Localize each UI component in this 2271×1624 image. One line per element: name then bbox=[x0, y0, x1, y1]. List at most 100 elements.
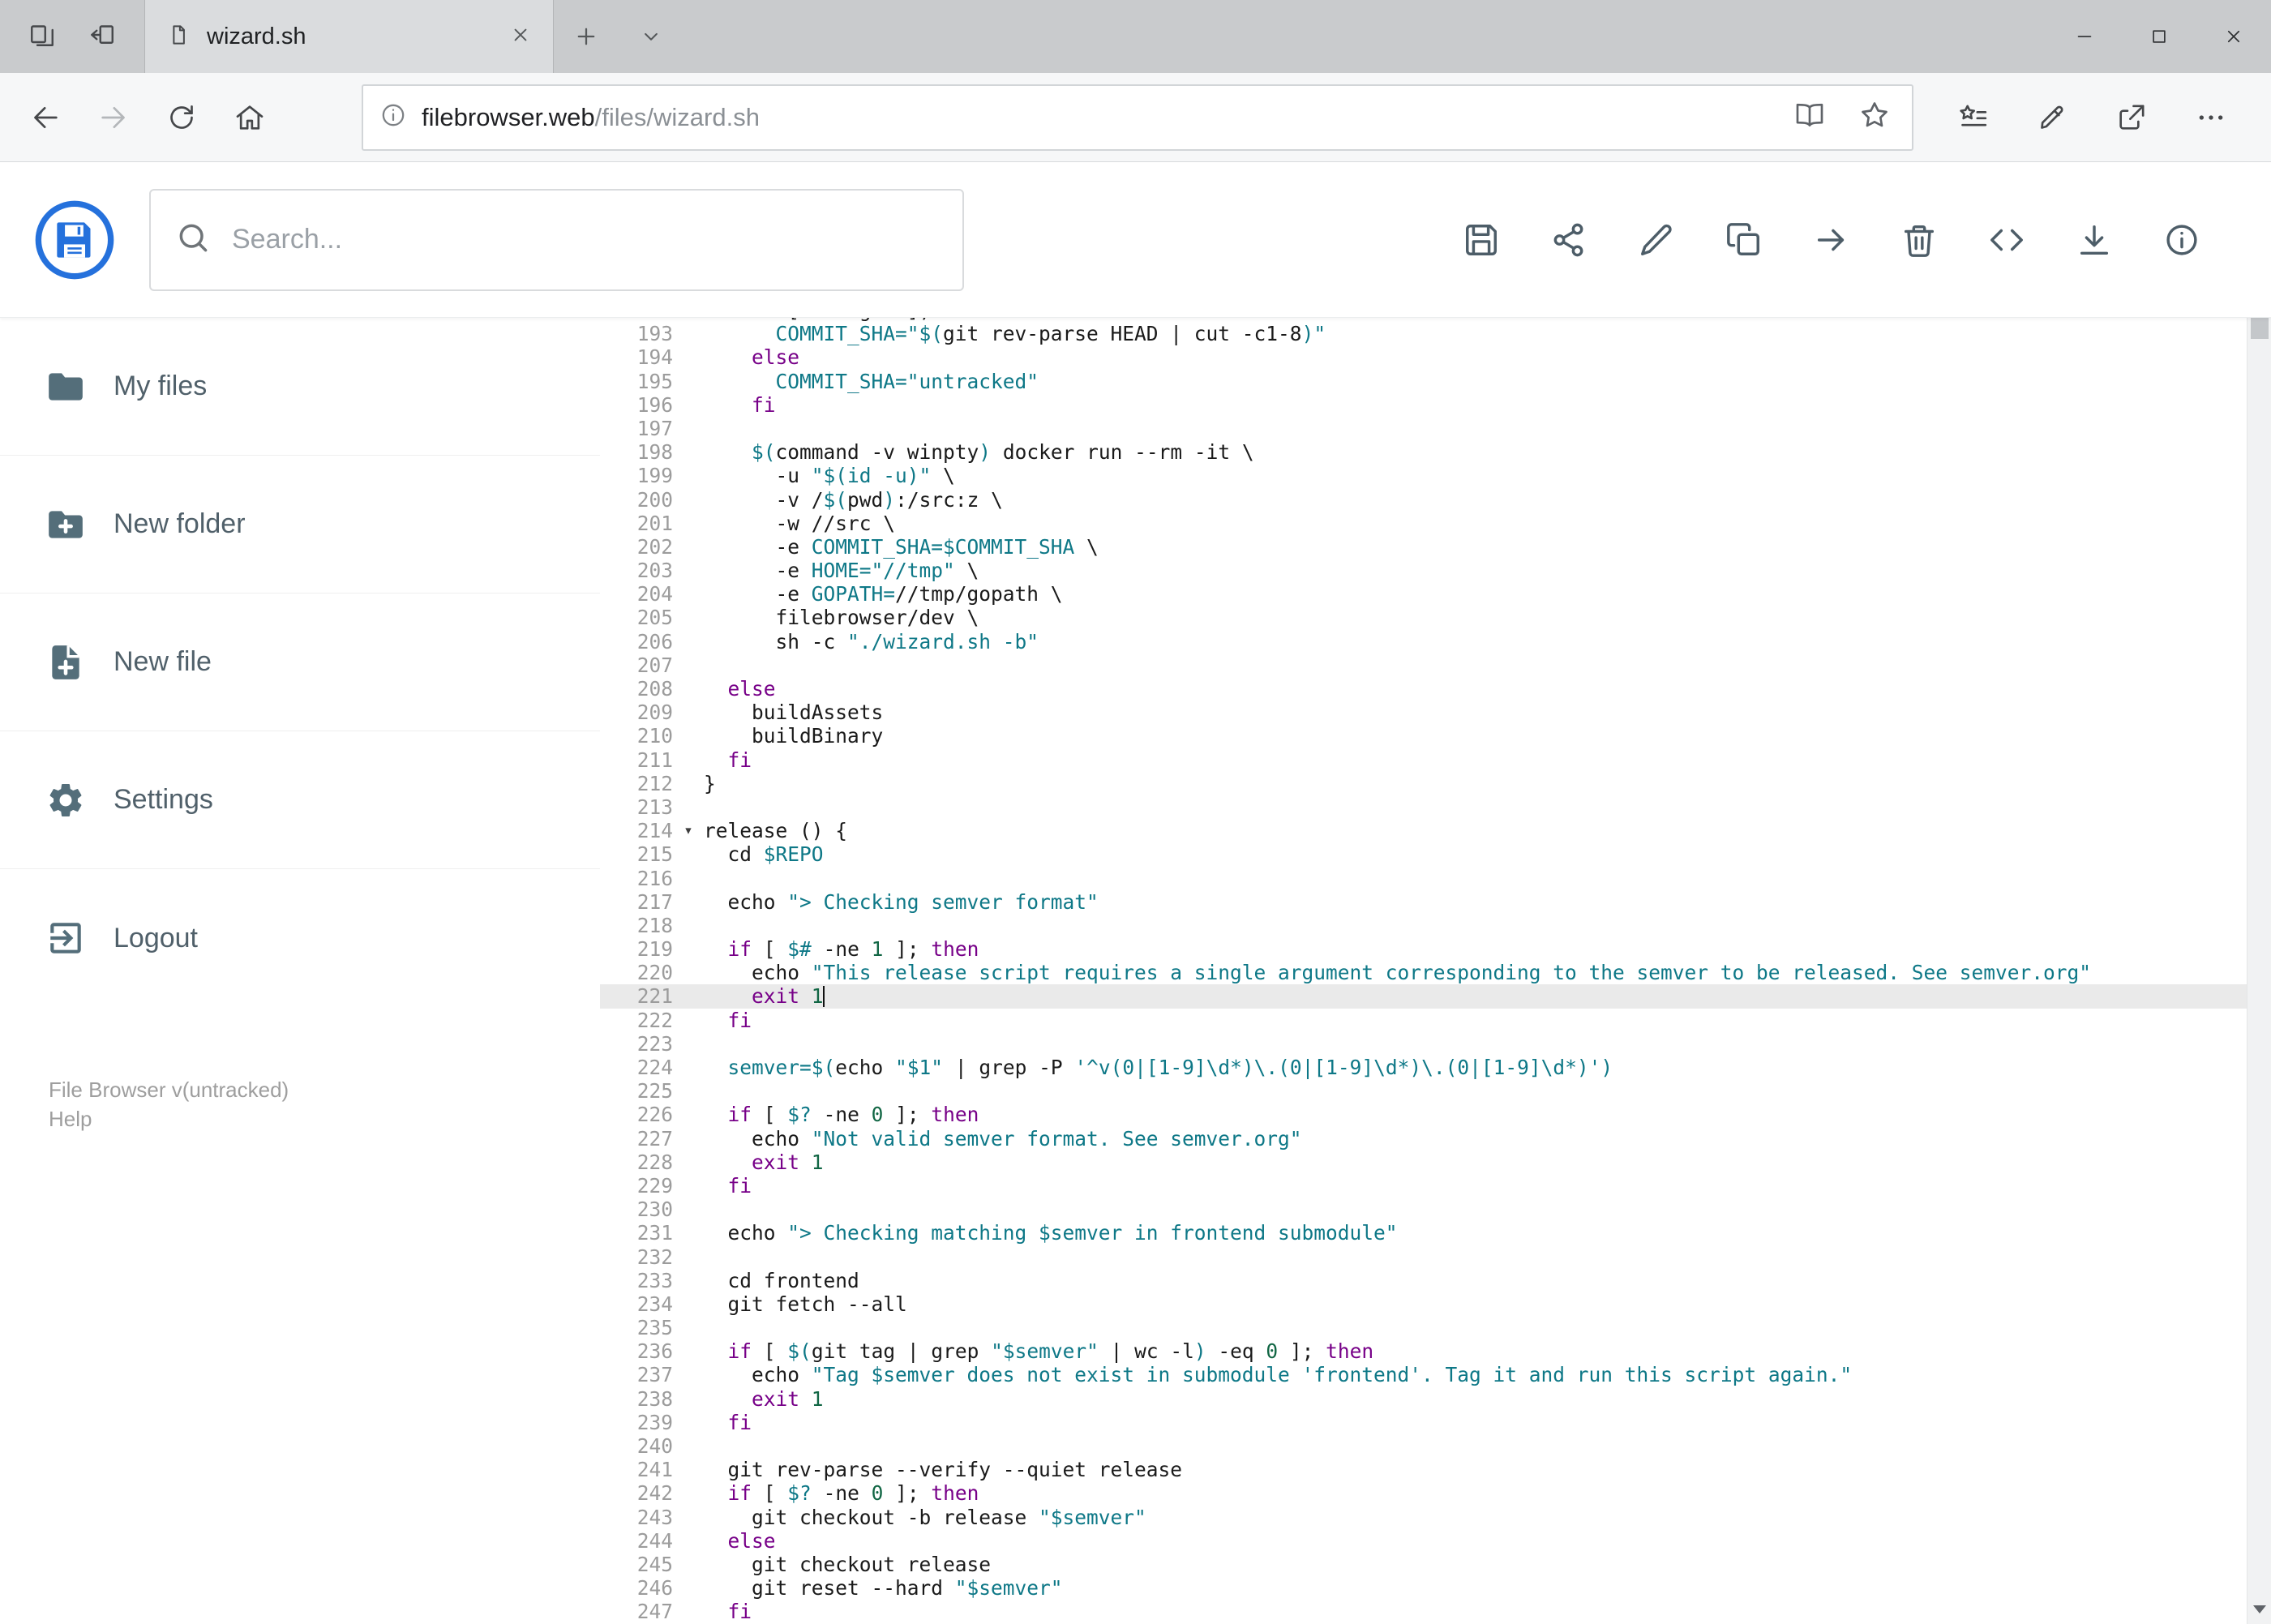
code-line[interactable]: 209 buildAssets bbox=[600, 701, 2247, 724]
more-button[interactable] bbox=[2177, 84, 2245, 152]
code-line[interactable]: 240 bbox=[600, 1434, 2247, 1458]
code-line[interactable]: 195 COMMIT_SHA="untracked" bbox=[600, 370, 2247, 393]
browser-tab[interactable]: wizard.sh bbox=[144, 0, 554, 73]
help-link[interactable]: Help bbox=[49, 1104, 551, 1133]
code-line[interactable]: 226 if [ $? -ne 0 ]; then bbox=[600, 1103, 2247, 1126]
code-line[interactable]: 211 fi bbox=[600, 748, 2247, 772]
code-line[interactable]: 229 fi bbox=[600, 1174, 2247, 1198]
line-number: 215 bbox=[636, 842, 673, 867]
code-line[interactable]: 197 bbox=[600, 417, 2247, 440]
copy-button[interactable] bbox=[1712, 208, 1776, 272]
code-line[interactable]: 213 bbox=[600, 795, 2247, 819]
code-line[interactable]: 196 fi bbox=[600, 393, 2247, 417]
delete-button[interactable] bbox=[1887, 208, 1952, 272]
code-line[interactable]: 205 filebrowser/dev \ bbox=[600, 606, 2247, 629]
code-line[interactable]: 210 buildBinary bbox=[600, 724, 2247, 748]
code-line[interactable]: 193 COMMIT_SHA="$(git rev-parse HEAD | c… bbox=[600, 322, 2247, 345]
page-info-icon[interactable] bbox=[379, 101, 407, 133]
code-line[interactable]: 221 exit 1 bbox=[600, 984, 2247, 1009]
download-button[interactable] bbox=[2062, 208, 2127, 272]
code-line[interactable]: 218 bbox=[600, 914, 2247, 937]
code-line[interactable]: 194 else bbox=[600, 345, 2247, 369]
code-line[interactable]: 198 $(command -v winpty) docker run --rm… bbox=[600, 440, 2247, 464]
web-note-button[interactable] bbox=[2018, 84, 2086, 152]
code-line[interactable]: 242 if [ $? -ne 0 ]; then bbox=[600, 1481, 2247, 1505]
code-line[interactable]: 232 bbox=[600, 1245, 2247, 1269]
address-bar[interactable]: filebrowser.web/files/wizard.sh bbox=[362, 84, 1913, 151]
refresh-button[interactable] bbox=[148, 84, 216, 152]
code-editor-viewport[interactable]: 192 if [ -d .git ]; then193 COMMIT_SHA="… bbox=[600, 318, 2247, 1624]
code-line[interactable]: 224 semver=$(echo "$1" | grep -P '^v(0|[… bbox=[600, 1056, 2247, 1079]
code-line[interactable]: 204 -e GOPATH=//tmp/gopath \ bbox=[600, 582, 2247, 606]
code-line[interactable]: 231 echo "> Checking matching $semver in… bbox=[600, 1221, 2247, 1245]
code-line[interactable]: 237 echo "Tag $semver does not exist in … bbox=[600, 1363, 2247, 1386]
code-line[interactable]: 233 cd frontend bbox=[600, 1269, 2247, 1292]
code-line[interactable]: 235 bbox=[600, 1316, 2247, 1339]
code-line[interactable]: 227 echo "Not valid semver format. See s… bbox=[600, 1127, 2247, 1151]
info-button[interactable] bbox=[2149, 208, 2214, 272]
code-line[interactable]: 215 cd $REPO bbox=[600, 842, 2247, 866]
forward-icon bbox=[101, 106, 125, 128]
close-tab-icon[interactable] bbox=[509, 24, 532, 50]
code-line[interactable]: 234 git fetch --all bbox=[600, 1292, 2247, 1316]
favorite-star-icon[interactable] bbox=[1858, 99, 1891, 135]
browser-nav-bar: filebrowser.web/files/wizard.sh bbox=[0, 73, 2271, 162]
reading-view-icon[interactable] bbox=[1793, 99, 1826, 135]
close-window-button[interactable] bbox=[2196, 0, 2271, 73]
sidebar-item-logout[interactable]: Logout bbox=[0, 869, 600, 1007]
save-button[interactable] bbox=[1449, 208, 1514, 272]
code-line[interactable]: 199 -u "$(id -u)" \ bbox=[600, 464, 2247, 487]
filebrowser-logo[interactable] bbox=[32, 198, 117, 282]
code-line[interactable]: 247 fi bbox=[600, 1600, 2247, 1623]
page-scrollbar[interactable] bbox=[2247, 162, 2271, 1624]
sidebar-item-my-files[interactable]: My files bbox=[0, 318, 600, 456]
code-line[interactable]: 245 git checkout release bbox=[600, 1553, 2247, 1576]
hub-favorites-button[interactable] bbox=[1939, 84, 2007, 152]
sidebar-item-new-file[interactable]: New file bbox=[0, 593, 600, 731]
code-line[interactable]: 241 git rev-parse --verify --quiet relea… bbox=[600, 1458, 2247, 1481]
code-line[interactable]: 217 echo "> Checking semver format" bbox=[600, 890, 2247, 914]
tab-preview-icon[interactable] bbox=[28, 20, 57, 54]
code-line[interactable]: 238 exit 1 bbox=[600, 1387, 2247, 1411]
share-button[interactable] bbox=[2097, 84, 2166, 152]
code-line[interactable]: 223 bbox=[600, 1032, 2247, 1056]
set-tabs-aside-icon[interactable] bbox=[88, 20, 117, 54]
scroll-down-arrow-icon[interactable] bbox=[2247, 1595, 2271, 1624]
search-input[interactable] bbox=[232, 224, 938, 255]
sidebar-item-new-folder[interactable]: New folder bbox=[0, 456, 600, 593]
back-button[interactable] bbox=[11, 84, 79, 152]
code-line[interactable]: 200 -v /$(pwd):/src:z \ bbox=[600, 488, 2247, 512]
edit-button[interactable] bbox=[1624, 208, 1689, 272]
code-line[interactable]: 225 bbox=[600, 1079, 2247, 1103]
code-line[interactable]: 236 if [ $(git tag | grep "$semver" | wc… bbox=[600, 1339, 2247, 1363]
share-button[interactable] bbox=[1536, 208, 1601, 272]
maximize-button[interactable] bbox=[2122, 0, 2196, 73]
code-line[interactable]: 246 git reset --hard "$semver" bbox=[600, 1576, 2247, 1600]
code-line[interactable]: 207 bbox=[600, 653, 2247, 677]
code-line[interactable]: 228 exit 1 bbox=[600, 1151, 2247, 1174]
move-button[interactable] bbox=[1799, 208, 1864, 272]
code-line[interactable]: 222 fi bbox=[600, 1009, 2247, 1032]
code-line[interactable]: 219 if [ $# -ne 1 ]; then bbox=[600, 937, 2247, 961]
minimize-button[interactable] bbox=[2047, 0, 2122, 73]
tab-list-button[interactable] bbox=[619, 0, 683, 73]
sidebar-item-settings[interactable]: Settings bbox=[0, 731, 600, 869]
code-line[interactable]: 216 bbox=[600, 867, 2247, 890]
code-line[interactable]: 243 git checkout -b release "$semver" bbox=[600, 1506, 2247, 1529]
code-line[interactable]: 208 else bbox=[600, 677, 2247, 701]
new-tab-button[interactable] bbox=[554, 0, 619, 73]
code-line[interactable]: 202 -e COMMIT_SHA=$COMMIT_SHA \ bbox=[600, 535, 2247, 559]
code-line[interactable]: 230 bbox=[600, 1198, 2247, 1221]
code-line[interactable]: 220 echo "This release script requires a… bbox=[600, 961, 2247, 984]
code-line[interactable]: 214 ▾ release () { bbox=[600, 819, 2247, 842]
code-line[interactable]: 239 fi bbox=[600, 1411, 2247, 1434]
forward-button[interactable] bbox=[79, 84, 148, 152]
code-line[interactable]: 201 -w //src \ bbox=[600, 512, 2247, 535]
code-line[interactable]: 244 else bbox=[600, 1529, 2247, 1553]
code-line[interactable]: 212} bbox=[600, 772, 2247, 795]
raw-code-button[interactable] bbox=[1974, 208, 2039, 272]
code-line[interactable]: 203 -e HOME="//tmp" \ bbox=[600, 559, 2247, 582]
home-button[interactable] bbox=[216, 84, 284, 152]
code-line[interactable]: 206 sh -c "./wizard.sh -b" bbox=[600, 630, 2247, 653]
fold-marker-icon[interactable]: ▾ bbox=[673, 819, 704, 842]
